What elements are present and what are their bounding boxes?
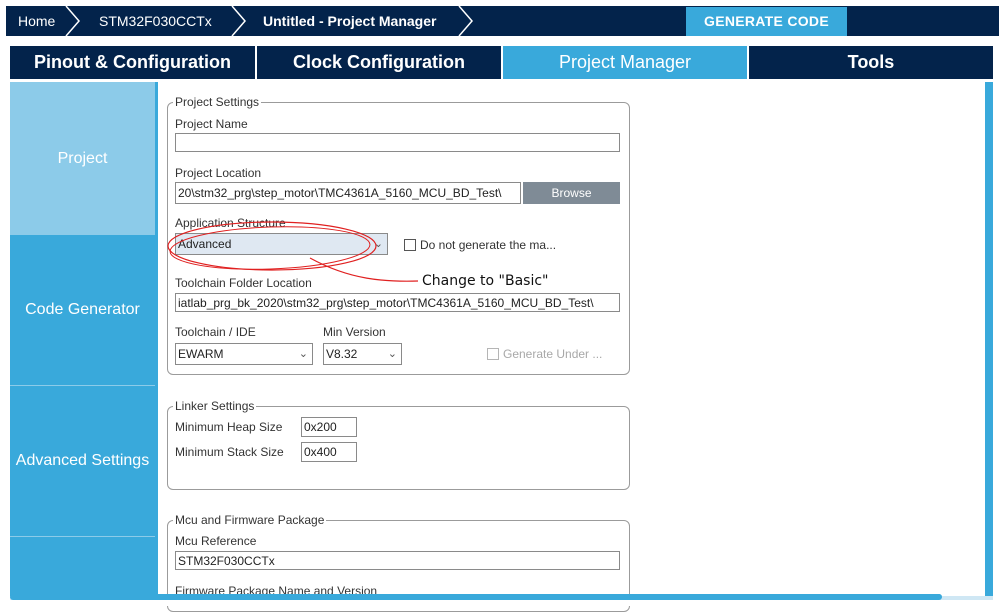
- mcu-firmware-legend: Mcu and Firmware Package: [173, 512, 327, 528]
- breadcrumb-project[interactable]: Untitled - Project Manager: [263, 6, 436, 36]
- chevron-down-icon: ⌄: [298, 348, 308, 360]
- annotation-text: Change to "Basic": [422, 273, 549, 289]
- min-version-select[interactable]: V8.32 ⌄: [323, 343, 402, 365]
- panel-divider: [155, 82, 158, 596]
- project-settings-legend: Project Settings: [173, 94, 262, 110]
- breadcrumb-mcu[interactable]: STM32F030CCTx: [99, 6, 212, 36]
- toolchain-ide-value: EWARM: [178, 347, 224, 361]
- breadcrumb: Home STM32F030CCTx Untitled - Project Ma…: [6, 6, 999, 36]
- linker-settings-legend: Linker Settings: [173, 398, 257, 414]
- stack-size-label: Minimum Stack Size: [175, 445, 284, 459]
- toolchain-ide-label: Toolchain / IDE: [175, 325, 256, 339]
- sidebar-item-project[interactable]: Project: [10, 82, 155, 235]
- browse-button[interactable]: Browse: [523, 182, 620, 204]
- main-tabs: Pinout & Configuration Clock Configurati…: [10, 46, 993, 79]
- horizontal-scrollbar-thumb[interactable]: [10, 594, 942, 600]
- generate-code-button[interactable]: GENERATE CODE: [686, 7, 847, 36]
- sidebar-item-advanced-settings[interactable]: Advanced Settings: [10, 386, 155, 536]
- toolchain-ide-select[interactable]: EWARM ⌄: [175, 343, 313, 365]
- toolchain-folder-input[interactable]: iatlab_prg_bk_2020\stm32_prg\step_motor\…: [175, 293, 620, 312]
- project-name-input[interactable]: [175, 133, 620, 152]
- generate-under-root-checkbox[interactable]: [487, 348, 499, 360]
- min-version-label: Min Version: [323, 325, 386, 339]
- chevron-right-icon: [458, 6, 473, 36]
- tab-tools[interactable]: Tools: [749, 46, 993, 79]
- chevron-down-icon: ⌄: [387, 348, 397, 360]
- sidebar-divider: [10, 536, 155, 537]
- toolchain-folder-label: Toolchain Folder Location: [175, 276, 312, 290]
- tab-pinout-configuration[interactable]: Pinout & Configuration: [10, 46, 255, 79]
- project-name-label: Project Name: [175, 117, 248, 131]
- chevron-right-icon: [65, 6, 80, 36]
- heap-size-input[interactable]: 0x200: [301, 417, 357, 437]
- tab-project-manager[interactable]: Project Manager: [503, 46, 747, 79]
- heap-size-label: Minimum Heap Size: [175, 420, 283, 434]
- sidebar: Project Code Generator Advanced Settings: [10, 82, 155, 596]
- project-location-input[interactable]: 20\stm32_prg\step_motor\TMC4361A_5160_MC…: [175, 182, 521, 204]
- stack-size-input[interactable]: 0x400: [301, 442, 357, 462]
- vertical-scrollbar[interactable]: [985, 82, 993, 596]
- min-version-value: V8.32: [326, 347, 358, 361]
- chevron-right-icon: [231, 6, 246, 36]
- tab-clock-configuration[interactable]: Clock Configuration: [257, 46, 501, 79]
- sidebar-item-code-generator[interactable]: Code Generator: [10, 235, 155, 385]
- generate-under-root-label: Generate Under ...: [503, 347, 603, 361]
- mcu-reference-input[interactable]: STM32F030CCTx: [175, 551, 620, 570]
- breadcrumb-home[interactable]: Home: [18, 6, 55, 36]
- project-location-label: Project Location: [175, 166, 262, 180]
- mcu-reference-label: Mcu Reference: [175, 534, 257, 548]
